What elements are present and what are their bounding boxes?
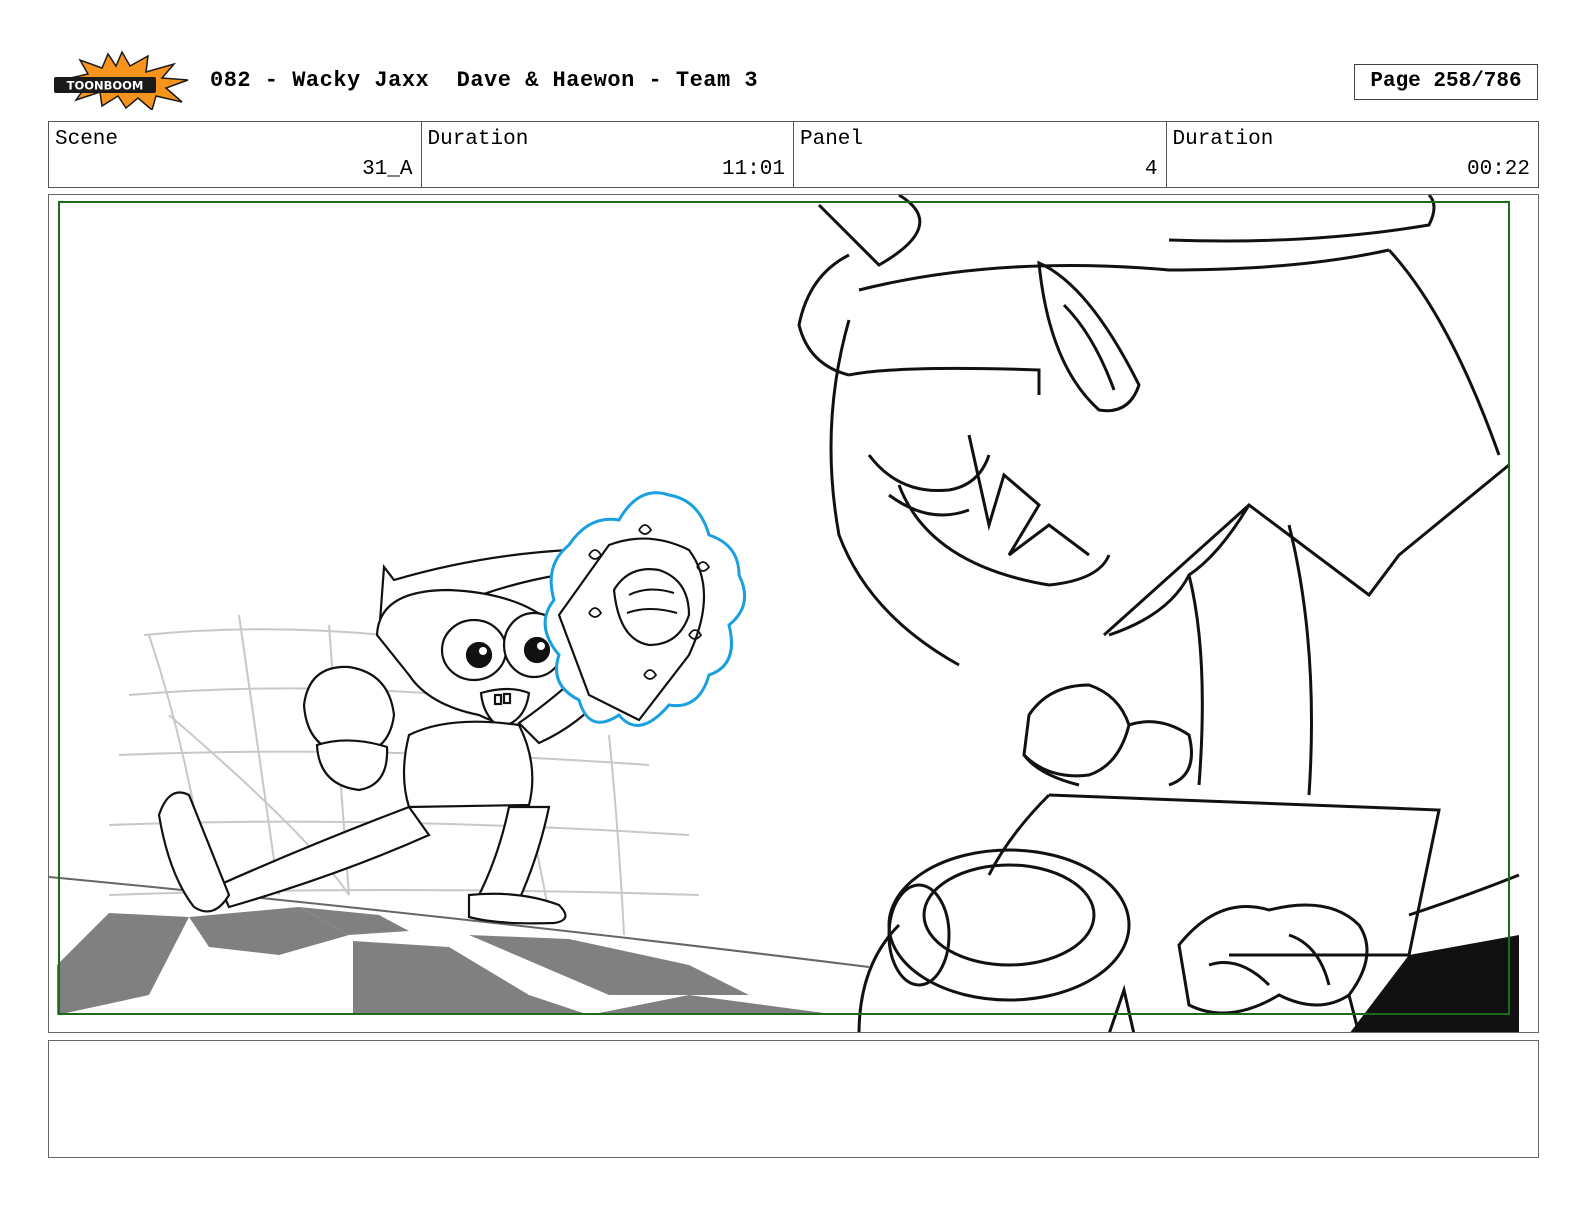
glowing-object-sketch: [543, 491, 747, 727]
document-title: 082 - Wacky Jaxx Dave & Haewon - Team 3: [210, 68, 759, 93]
scene-duration-value: 11:01: [721, 158, 785, 181]
page-counter: Page 258/786: [1354, 64, 1538, 100]
panel-value: 4: [1144, 158, 1158, 181]
scene-duration-label: Duration: [427, 128, 529, 151]
panel-sketch: [49, 195, 1520, 1032]
checkered-floor-shadow: [57, 907, 839, 1015]
scene-cell: Scene 31_A: [49, 122, 422, 187]
panel-duration-cell: Duration 00:22: [1167, 122, 1539, 187]
dark-floor-patch: [1350, 935, 1519, 1032]
scene-value: 31_A: [362, 158, 413, 181]
toonboom-logo: TOONBOOM: [52, 50, 190, 112]
panel-notes-box: [48, 1040, 1539, 1158]
panel-duration-label: Duration: [1172, 128, 1274, 151]
hero-character-sketch: [157, 548, 611, 925]
storyboard-panel: [48, 194, 1539, 1033]
panel-label: Panel: [800, 128, 864, 151]
foreground-character-sketch: [797, 195, 1520, 1032]
panel-cell: Panel 4: [794, 122, 1167, 187]
logo-text: TOONBOOM: [67, 79, 144, 93]
scene-duration-cell: Duration 11:01: [422, 122, 794, 187]
scene-label: Scene: [55, 128, 119, 151]
scene-info-row: Scene 31_A Duration 11:01 Panel 4 Durati…: [48, 121, 1539, 188]
panel-duration-value: 00:22: [1466, 158, 1530, 181]
